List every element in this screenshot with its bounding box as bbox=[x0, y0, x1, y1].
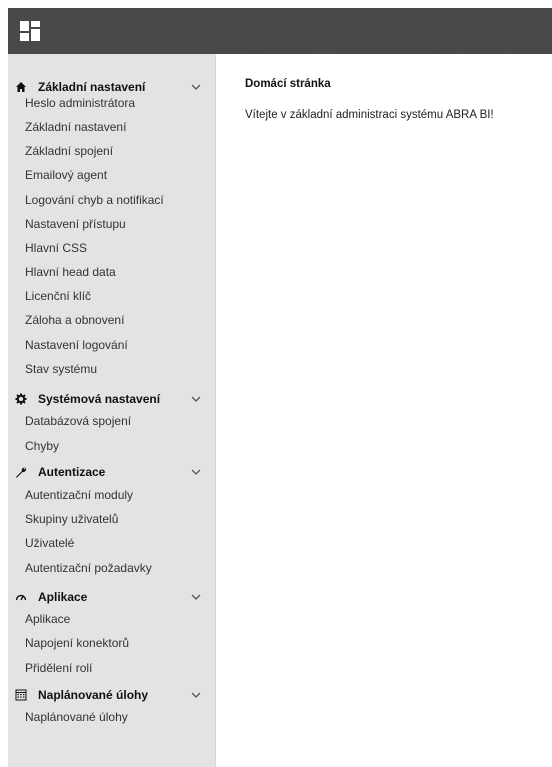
sidebar-item-heslo-administratora[interactable]: Heslo administrátora bbox=[25, 96, 135, 110]
sidebar-item-zakladni-nastaveni[interactable]: Základní nastavení bbox=[25, 120, 126, 134]
dashboard-icon bbox=[14, 590, 28, 604]
sidebar-item-napojeni-konektoru[interactable]: Napojení konektorů bbox=[25, 636, 129, 650]
section-title: Základní nastavení bbox=[38, 80, 146, 94]
section-naplanovane-ulohy[interactable]: Naplánované úlohy bbox=[8, 684, 215, 706]
sidebar-item-autentizacni-moduly[interactable]: Autentizační moduly bbox=[25, 488, 133, 502]
sidebar-item-logovani-chyb[interactable]: Logování chyb a notifikací bbox=[25, 193, 164, 207]
section-title: Aplikace bbox=[38, 590, 88, 604]
top-bar bbox=[8, 8, 552, 54]
sidebar-item-emailovy-agent[interactable]: Emailový agent bbox=[25, 168, 107, 182]
sidebar-item-naplanovane-ulohy[interactable]: Naplánované úlohy bbox=[25, 710, 128, 724]
calendar-icon bbox=[14, 688, 28, 702]
sidebar-item-skupiny-uzivatelu[interactable]: Skupiny uživatelů bbox=[25, 512, 118, 526]
welcome-text: Vítejte v základní administraci systému … bbox=[245, 109, 494, 121]
home-icon bbox=[14, 80, 28, 94]
sidebar-item-licencni-klic[interactable]: Licenční klíč bbox=[25, 289, 91, 303]
page-title: Domácí stránka bbox=[245, 78, 331, 90]
chevron-down-icon[interactable] bbox=[189, 465, 203, 479]
section-systemova-nastaveni[interactable]: Systémová nastavení bbox=[8, 388, 215, 410]
section-title: Naplánované úlohy bbox=[38, 688, 149, 702]
sidebar-item-zakladni-spojeni[interactable]: Základní spojení bbox=[25, 144, 113, 158]
sidebar-item-autentizacni-pozadavky[interactable]: Autentizační požadavky bbox=[25, 561, 152, 575]
chevron-down-icon[interactable] bbox=[189, 590, 203, 604]
sidebar-item-databazova-spojeni[interactable]: Databázová spojení bbox=[25, 414, 131, 428]
chevron-down-icon[interactable] bbox=[189, 80, 203, 94]
sidebar-item-hlavni-head-data[interactable]: Hlavní head data bbox=[25, 265, 116, 279]
sidebar-item-aplikace[interactable]: Aplikace bbox=[25, 612, 70, 626]
section-zakladni-nastaveni[interactable]: Základní nastavení bbox=[8, 76, 215, 98]
sidebar-item-hlavni-css[interactable]: Hlavní CSS bbox=[25, 241, 87, 255]
section-title: Autentizace bbox=[38, 465, 106, 479]
sidebar: Základní nastavení Heslo administrátora … bbox=[8, 54, 216, 767]
section-title: Systémová nastavení bbox=[38, 392, 161, 406]
sidebar-item-uzivatele[interactable]: Uživatelé bbox=[25, 536, 74, 550]
wrench-icon bbox=[14, 465, 28, 479]
sidebar-item-zaloha-a-obnoveni[interactable]: Záloha a obnovení bbox=[25, 313, 124, 327]
chevron-down-icon[interactable] bbox=[189, 392, 203, 406]
section-autentizace[interactable]: Autentizace bbox=[8, 461, 215, 483]
sidebar-item-nastaveni-logovani[interactable]: Nastavení logování bbox=[25, 338, 128, 352]
sidebar-item-prideleni-roli[interactable]: Přidělení rolí bbox=[25, 661, 92, 675]
sidebar-item-stav-systemu[interactable]: Stav systému bbox=[25, 362, 97, 376]
main-content: Domácí stránka Vítejte v základní admini… bbox=[216, 54, 552, 767]
app-logo-icon[interactable] bbox=[20, 21, 40, 41]
gear-icon bbox=[14, 392, 28, 406]
section-aplikace[interactable]: Aplikace bbox=[8, 586, 215, 608]
sidebar-item-nastaveni-pristupu[interactable]: Nastavení přístupu bbox=[25, 217, 126, 231]
chevron-down-icon[interactable] bbox=[189, 688, 203, 702]
sidebar-item-chyby[interactable]: Chyby bbox=[25, 439, 59, 453]
